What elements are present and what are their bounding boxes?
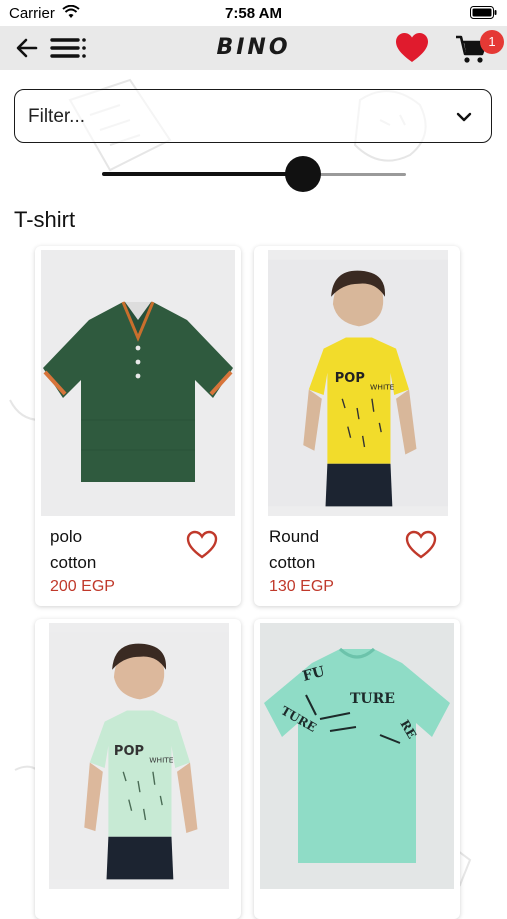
product-card[interactable]: polo cotton 200 EGP [35, 246, 241, 606]
size-slider[interactable] [102, 156, 406, 192]
status-bar: Carrier 7:58 AM [0, 0, 507, 26]
svg-text:WHITE: WHITE [370, 382, 395, 391]
slider-thumb[interactable] [285, 156, 321, 192]
svg-text:TURE: TURE [350, 691, 395, 707]
section-title: T-shirt [14, 207, 76, 232]
filter-dropdown[interactable]: Filter... [14, 89, 492, 143]
favorites-heart-icon[interactable] [395, 32, 429, 64]
favorite-heart-icon[interactable] [404, 529, 438, 561]
status-time: 7:58 AM [225, 5, 282, 22]
brand-logo: BINO [216, 35, 291, 60]
product-name: Round [269, 527, 320, 546]
product-name: polo [50, 527, 83, 546]
product-card[interactable]: POP WHITE [35, 619, 241, 919]
filter-placeholder: Filter... [28, 106, 86, 127]
svg-text:POP: POP [335, 371, 365, 386]
product-material: cotton [50, 553, 97, 572]
product-card[interactable]: FU TURE TURE RE [254, 619, 460, 919]
svg-text:POP: POP [114, 744, 144, 759]
product-price: 200 EGP [50, 578, 115, 595]
product-price: 130 EGP [269, 578, 334, 595]
svg-text:WHITE: WHITE [149, 755, 174, 764]
favorite-heart-icon[interactable] [185, 529, 219, 561]
product-image-boy-yellow-tshirt: POP WHITE [268, 250, 448, 516]
product-card[interactable]: POP WHITE Round cotton 130 EGP [254, 246, 460, 606]
cart-count-badge: 1 [480, 30, 504, 54]
product-material: cotton [269, 553, 316, 572]
product-image-green-polo [41, 250, 235, 516]
slider-track-filled [102, 172, 303, 176]
chevron-down-icon [456, 112, 472, 122]
battery-icon [470, 6, 497, 19]
product-image-boy-mint-tshirt: POP WHITE [49, 623, 229, 889]
product-image-mint-tshirt-print: FU TURE TURE RE [260, 623, 454, 889]
app-header: BINO 1 [0, 26, 507, 70]
